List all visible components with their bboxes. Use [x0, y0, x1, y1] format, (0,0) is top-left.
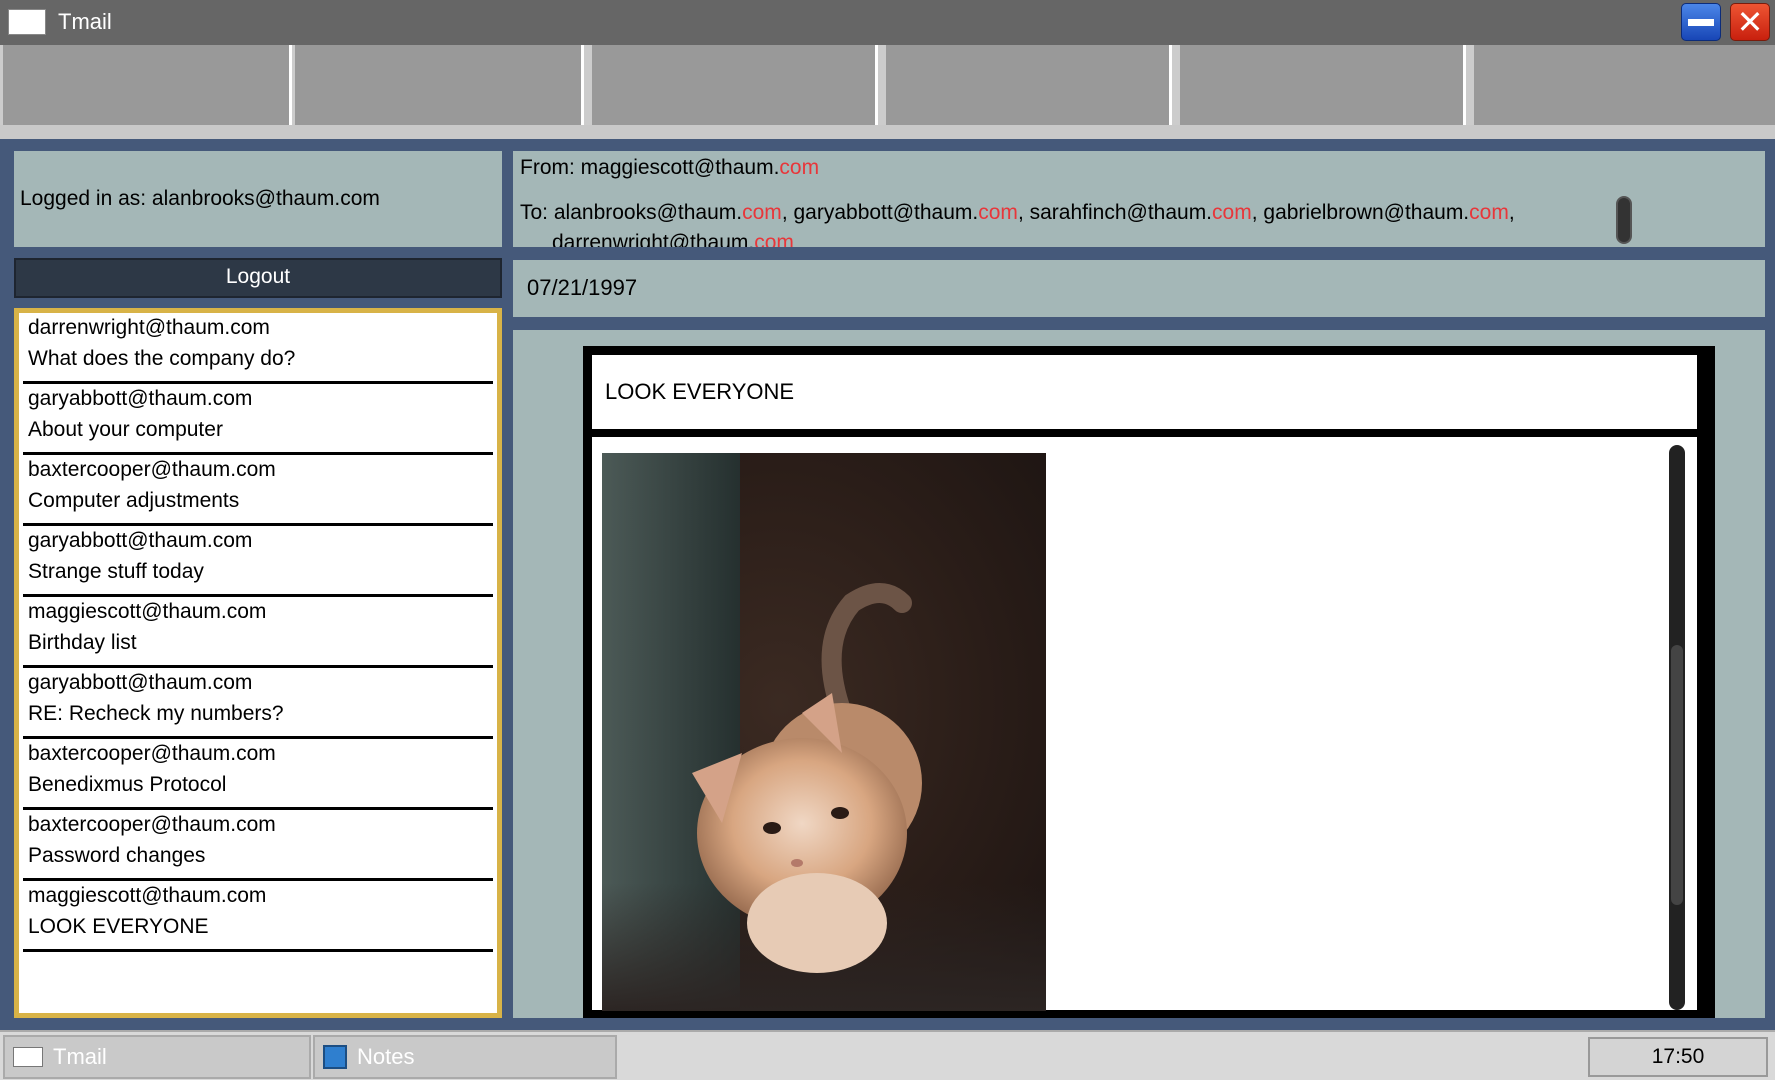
taskbar: Tmail Notes 17:50: [0, 1030, 1775, 1080]
from-line: From: maggiescott@thaum.com: [520, 156, 819, 180]
message-list-item[interactable]: garyabbott@thaum.com About your computer: [23, 384, 493, 455]
message-subject: Password changes: [28, 844, 206, 867]
toolbar-tab-4[interactable]: [886, 45, 1172, 125]
recipient-domain: com: [1469, 201, 1509, 224]
title-bar: Tmail ✕: [0, 0, 1775, 45]
toolbar-tab-3[interactable]: [592, 45, 878, 125]
message-sender: garyabbott@thaum.com: [28, 529, 253, 552]
taskbar-tmail-label: Tmail: [53, 1044, 107, 1069]
message-subject: What does the company do?: [28, 347, 296, 370]
recipient-user: garyabbott@thaum.: [793, 201, 979, 224]
message-list-item[interactable]: maggiescott@thaum.com Birthday list: [23, 597, 493, 668]
message-subject: About your computer: [28, 418, 223, 441]
recipient-user: alanbrooks@thaum.: [553, 201, 743, 224]
toolbar-tab-2[interactable]: [295, 45, 584, 125]
minimize-icon: [1688, 18, 1714, 26]
message-sender: garyabbott@thaum.com: [28, 387, 253, 410]
recipient-domain: com: [754, 231, 794, 247]
to-label: To:: [520, 201, 554, 224]
message-sender: baxtercooper@thaum.com: [28, 458, 276, 481]
notes-icon: [323, 1045, 347, 1069]
message-subject: Computer adjustments: [28, 489, 240, 512]
from-domain: com: [779, 156, 820, 179]
message-sender: baxtercooper@thaum.com: [28, 813, 276, 836]
recipient-domain: com: [1212, 201, 1252, 224]
close-button[interactable]: ✕: [1730, 3, 1770, 41]
toolbar-tab-5[interactable]: [1180, 45, 1466, 125]
toolbar-tab-1[interactable]: [3, 45, 292, 125]
message-subject: Strange stuff today: [28, 560, 204, 583]
message-sender: baxtercooper@thaum.com: [28, 742, 276, 765]
from-label: From:: [520, 156, 581, 179]
close-icon: ✕: [1736, 4, 1764, 40]
toolbar-strip: [0, 125, 1775, 139]
subject-bar: LOOK EVERYONE: [592, 355, 1697, 429]
tmail-app-icon: [8, 9, 46, 35]
message-header: From: maggiescott@thaum.com To: alanbroo…: [513, 151, 1765, 247]
to-line: To: alanbrooks@thaum.com, garyabbott@tha…: [520, 198, 1630, 247]
message-sender: garyabbott@thaum.com: [28, 671, 253, 694]
message-subject: Birthday list: [28, 631, 137, 654]
message-list: darrenwright@thaum.com What does the com…: [14, 308, 502, 1018]
from-user: maggiescott@thaum.: [580, 156, 780, 179]
message-sender: darrenwright@thaum.com: [28, 316, 270, 339]
window-title: Tmail: [58, 9, 112, 34]
cat-figure: [692, 583, 922, 973]
taskbar-notes-button[interactable]: Notes: [313, 1035, 617, 1079]
recipient-domain: com: [978, 201, 1018, 224]
message-sender: maggiescott@thaum.com: [28, 884, 267, 907]
toolbar: [0, 45, 1775, 139]
message-subject: LOOK EVERYONE: [28, 915, 209, 938]
logout-button[interactable]: Logout: [14, 258, 502, 298]
logged-in-label: Logged in as: alanbrooks@thaum.com: [20, 187, 380, 210]
recipient-user: sarahfinch@thaum.: [1029, 201, 1213, 224]
message-list-item[interactable]: darrenwright@thaum.com What does the com…: [23, 313, 493, 384]
message-subject: RE: Recheck my numbers?: [28, 702, 284, 725]
recipient-user: gabrielbrown@thaum.: [1263, 201, 1470, 224]
message-list-item[interactable]: baxtercooper@thaum.com Benedixmus Protoc…: [23, 739, 493, 810]
message-sender: maggiescott@thaum.com: [28, 600, 267, 623]
body-scrollbar-thumb[interactable]: [1671, 645, 1683, 905]
tmail-icon: [13, 1047, 43, 1067]
message-date: 07/21/1997: [527, 275, 638, 300]
header-scrollbar[interactable]: [1616, 196, 1632, 244]
body-scrollbar[interactable]: [1669, 445, 1685, 1010]
toolbar-tab-6[interactable]: [1474, 45, 1775, 125]
message-list-item[interactable]: baxtercooper@thaum.com Password changes: [23, 810, 493, 881]
message-list-item[interactable]: garyabbott@thaum.com Strange stuff today: [23, 526, 493, 597]
recipient-domain: com: [742, 201, 782, 224]
message-list-item[interactable]: garyabbott@thaum.com RE: Recheck my numb…: [23, 668, 493, 739]
logged-in-panel: Logged in as: alanbrooks@thaum.com: [14, 151, 502, 247]
message-list-item[interactable]: baxtercooper@thaum.com Computer adjustme…: [23, 455, 493, 526]
message-subject-title: LOOK EVERYONE: [605, 379, 795, 404]
date-panel: 07/21/1997: [513, 260, 1765, 317]
cat-photo: [602, 453, 1046, 1011]
taskbar-tmail-button[interactable]: Tmail: [3, 1035, 311, 1079]
clock: 17:50: [1588, 1037, 1768, 1077]
message-subject: Benedixmus Protocol: [28, 773, 227, 796]
taskbar-notes-label: Notes: [357, 1044, 415, 1069]
minimize-button[interactable]: [1681, 3, 1721, 41]
recipient-user: darrenwright@thaum.: [552, 231, 755, 247]
message-list-item[interactable]: maggiescott@thaum.com LOOK EVERYONE: [23, 881, 493, 952]
